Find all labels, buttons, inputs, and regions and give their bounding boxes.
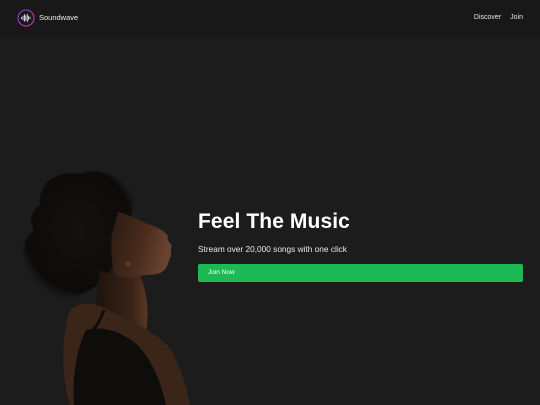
hero-subtitle: Stream over 20,000 songs with one click [198,244,347,254]
brand-link[interactable]: Soundwave [17,9,78,27]
top-navbar: Soundwave Discover Join [0,0,540,37]
nav-link-discover[interactable]: Discover [474,13,501,23]
brand-name: Soundwave [39,13,79,22]
nav-link-join[interactable]: Join [510,13,523,23]
join-now-button[interactable]: Join Now [198,264,523,282]
hero-photo [0,150,220,405]
hero-section: Feel The Music Stream over 20,000 songs … [198,208,523,282]
nav-links: Discover Join [474,13,523,23]
landing-page: Soundwave Discover Join Feel The Music S… [0,0,540,405]
soundwave-logo-icon [17,9,35,27]
hero-title: Feel The Music [198,210,350,233]
